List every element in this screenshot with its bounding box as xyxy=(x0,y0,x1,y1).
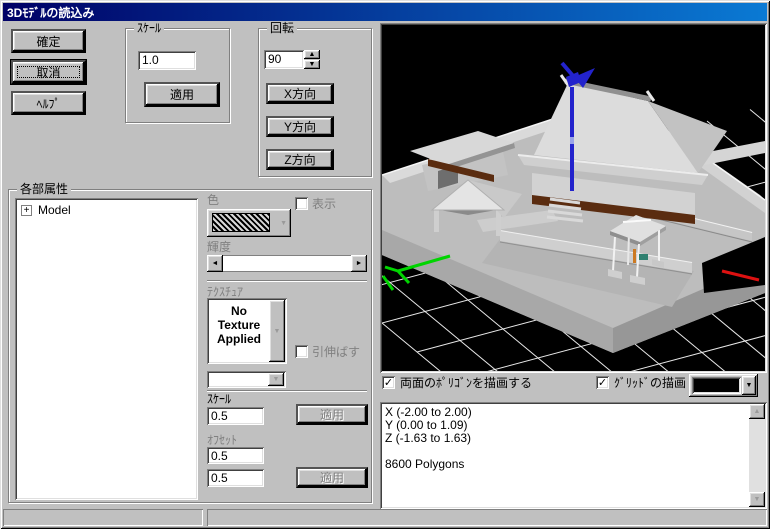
check-icon: ✓ xyxy=(383,377,394,389)
scrollbar-left-button[interactable]: ◄ xyxy=(207,255,223,272)
grid-color-dropdown-button[interactable]: ▼ xyxy=(742,376,756,395)
rotate-x-button[interactable]: X方向 xyxy=(266,83,334,104)
viewport-3d[interactable] xyxy=(380,23,767,373)
spinner-down-button[interactable]: ▼ xyxy=(304,60,320,69)
texture-file-dropdown-arrow-icon: ▼ xyxy=(272,376,280,383)
texture-file-combobox[interactable]: ▼ xyxy=(207,371,286,388)
info-line-z: Z (-1.63 to 1.63) xyxy=(385,431,472,445)
rotation-angle-input[interactable]: 90 xyxy=(264,50,304,69)
color-combobox[interactable]: ▼ xyxy=(207,209,291,237)
rotate-z-button[interactable]: Z方向 xyxy=(266,149,334,170)
info-scroll-down-button[interactable]: ▼ xyxy=(749,492,765,507)
tree-expand-icon[interactable]: + xyxy=(21,205,32,216)
help-button[interactable]: ﾍﾙﾌﾟ xyxy=(11,91,86,115)
info-scrollbar[interactable]: ▲ ▼ xyxy=(749,404,765,507)
rotation-angle-spinner[interactable]: ▲ ▼ xyxy=(304,50,320,69)
both-sides-checkbox[interactable]: ✓ xyxy=(382,376,395,389)
section-divider xyxy=(207,280,367,282)
rotation-group: 回転 90 ▲ ▼ X方向 Y方向 Z方向 xyxy=(258,21,372,177)
tree-item-label: Model xyxy=(38,203,71,217)
texture-scale-apply-button[interactable]: 適用 xyxy=(296,404,368,425)
stretch-checkbox-label: 引伸ばす xyxy=(312,345,361,359)
model-info-panel[interactable]: X (-2.00 to 2.00) Y (0.00 to 1.09) Z (-1… xyxy=(380,402,767,509)
scale-group-label: ｽｹｰﾙ xyxy=(134,21,165,35)
grid-color-combobox[interactable]: ▼ xyxy=(689,374,758,397)
status-bar-right xyxy=(207,509,767,526)
info-scroll-up-button[interactable]: ▲ xyxy=(749,404,765,419)
both-sides-checkbox-label: 両面のﾎﾟﾘｺﾞﾝを描画する xyxy=(400,376,533,390)
texture-combobox[interactable]: No Texture Applied ▼ xyxy=(207,298,287,364)
texture-scale-label: ｽｹｰﾙ xyxy=(207,392,232,406)
texture-dropdown-arrow-icon: ▼ xyxy=(273,327,281,335)
stretch-checkbox[interactable] xyxy=(295,345,308,358)
check-icon: ✓ xyxy=(597,377,608,389)
cancel-button[interactable]: 取消 xyxy=(11,60,86,84)
offset-label: ｵﾌｾｯﾄ xyxy=(207,433,238,447)
spinner-down-icon: ▼ xyxy=(308,61,316,68)
temple-model-scene xyxy=(382,25,765,371)
scale-group: ｽｹｰﾙ 1.0 適用 xyxy=(125,21,230,123)
confirm-button[interactable]: 確定 xyxy=(11,29,86,53)
color-swatch xyxy=(212,213,270,232)
offset-input-2[interactable]: 0.5 xyxy=(207,469,264,487)
section-divider-2 xyxy=(207,390,367,392)
part-attributes-group: 各部属性 + Model 色 ▼ 表示 輝度 ◄ ► ﾃｸｽﾁｭｱ No Tex… xyxy=(8,182,372,503)
rotation-group-label: 回転 xyxy=(267,21,298,35)
grid-color-swatch xyxy=(692,377,741,394)
draw-grid-checkbox[interactable]: ✓ xyxy=(596,376,609,389)
scrollbar-right-button[interactable]: ► xyxy=(351,255,367,272)
tree-item-model[interactable]: + Model xyxy=(21,204,71,217)
brightness-label: 輝度 xyxy=(207,240,232,254)
scroll-up-icon: ▲ xyxy=(753,408,761,415)
load-3d-model-dialog: 3Dﾓﾃﾞﾙの読込み 確定 取消 ﾍﾙﾌﾟ ｽｹｰﾙ 1.0 適用 回転 90 … xyxy=(0,0,770,529)
scroll-left-icon: ◄ xyxy=(211,260,219,267)
rotate-y-button[interactable]: Y方向 xyxy=(266,116,334,137)
draw-grid-checkbox-label: ｸﾞﾘｯﾄﾞの描画 xyxy=(614,376,687,390)
color-label: 色 xyxy=(207,193,220,207)
scale-input[interactable]: 1.0 xyxy=(138,51,196,70)
show-checkbox-label: 表示 xyxy=(312,197,337,211)
scroll-right-icon: ► xyxy=(355,260,363,267)
model-tree[interactable]: + Model xyxy=(15,198,198,500)
offset-apply-button[interactable]: 適用 xyxy=(296,467,368,488)
show-checkbox[interactable] xyxy=(295,197,308,210)
texture-scale-input[interactable]: 0.5 xyxy=(207,407,264,425)
texture-file-dropdown-button[interactable]: ▼ xyxy=(268,373,284,386)
status-bar-left xyxy=(3,509,203,526)
scale-apply-button[interactable]: 適用 xyxy=(144,82,220,107)
window-title: 3Dﾓﾃﾞﾙの読込み xyxy=(7,5,95,20)
color-dropdown-arrow-icon: ▼ xyxy=(280,220,287,227)
spinner-up-icon: ▲ xyxy=(308,51,316,58)
offset-input-1[interactable]: 0.5 xyxy=(207,447,264,464)
brightness-scrollbar[interactable]: ◄ ► xyxy=(207,255,367,272)
grid-color-dropdown-arrow-icon: ▼ xyxy=(745,382,753,389)
texture-value: No Texture Applied xyxy=(217,304,261,346)
part-attributes-group-label: 各部属性 xyxy=(17,182,72,196)
info-line-polygons: 8600 Polygons xyxy=(385,457,465,471)
scroll-down-icon: ▼ xyxy=(753,496,761,503)
focus-rect xyxy=(17,66,80,78)
spinner-up-button[interactable]: ▲ xyxy=(304,50,320,59)
texture-dropdown-button[interactable]: ▼ xyxy=(269,300,285,362)
title-bar[interactable]: 3Dﾓﾃﾞﾙの読込み xyxy=(3,3,767,21)
